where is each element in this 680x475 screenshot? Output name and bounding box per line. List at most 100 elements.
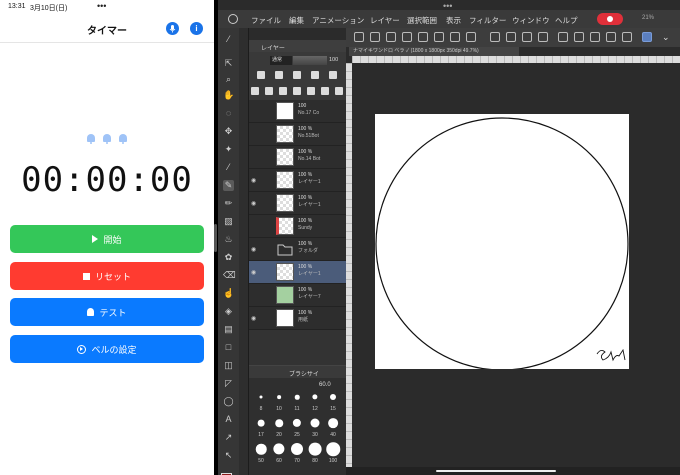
brush-size-tab[interactable]: ブラシサイ (249, 366, 346, 378)
redo-icon[interactable] (466, 32, 476, 42)
brush-size-option[interactable]: 30 (307, 416, 323, 438)
frame-icon[interactable]: ◫ (223, 360, 234, 371)
menu-help[interactable]: ヘルプ (555, 15, 578, 26)
open-icon[interactable] (386, 32, 396, 42)
new-icon[interactable] (370, 32, 380, 42)
new-folder-icon[interactable] (279, 87, 287, 95)
canvas-paper[interactable] (375, 114, 629, 371)
brush-size-option[interactable]: 80 (307, 442, 323, 464)
menu-view[interactable]: 表示 (446, 15, 461, 26)
reset-button[interactable]: リセット (10, 262, 204, 290)
settings-icon[interactable] (335, 87, 343, 95)
operation-icon[interactable]: ↖ (223, 450, 234, 461)
color-icon[interactable] (329, 71, 337, 79)
crop-icon[interactable] (606, 32, 616, 42)
blend-mode-select[interactable]: 通常 (270, 56, 292, 65)
multitask-dots-icon[interactable]: ••• (97, 2, 106, 11)
reference-icon[interactable] (293, 71, 301, 79)
layer-row[interactable]: ◉ 100 % フォルダ (249, 238, 346, 261)
layer-row[interactable]: 100 % No.51Bot (249, 123, 346, 146)
airbrush-icon[interactable]: ♨ (223, 234, 234, 245)
multitask-dots-icon[interactable]: ••• (443, 2, 452, 11)
magic-wand-icon[interactable]: ✦ (223, 144, 234, 155)
invert-icon[interactable] (590, 32, 600, 42)
microphone-icon[interactable] (166, 22, 179, 35)
move-layer-icon[interactable]: ✥ (223, 126, 234, 137)
test-button[interactable]: テスト (10, 298, 204, 326)
eye-icon[interactable]: ◉ (251, 315, 256, 322)
trash-icon[interactable] (321, 87, 329, 95)
transform-icon[interactable] (522, 32, 532, 42)
brush-size-option[interactable]: 50 (253, 442, 269, 464)
move-icon[interactable]: ⇱ (223, 58, 234, 69)
fill-bucket-icon[interactable]: ◈ (223, 306, 234, 317)
brush-size-option[interactable]: 20 (271, 416, 287, 438)
export-icon[interactable] (434, 32, 444, 42)
brush-size-option[interactable]: 12 (307, 390, 323, 412)
eye-icon[interactable]: ◉ (251, 269, 256, 276)
brush-size-option[interactable]: 25 (289, 416, 305, 438)
pencil-icon[interactable]: ✏ (223, 198, 234, 209)
correct-line-icon[interactable]: ↗ (223, 432, 234, 443)
clear-icon[interactable] (506, 32, 516, 42)
menu-edit[interactable]: 編集 (289, 15, 304, 26)
text-icon[interactable]: A (223, 414, 234, 425)
lock-icon[interactable] (257, 71, 265, 79)
split-view-divider-handle[interactable] (214, 224, 217, 252)
menu-icon[interactable] (354, 32, 364, 42)
fill-icon[interactable] (538, 32, 548, 42)
zoom-icon[interactable]: ⌕ (223, 74, 234, 85)
layer-row[interactable]: 100 % No.14 Bot (249, 146, 346, 169)
brush-quick-icon[interactable]: ⁄ (223, 34, 234, 45)
layer-row[interactable]: ◉ 100 % レイヤー1 (249, 192, 346, 215)
check-icon[interactable] (642, 32, 652, 42)
clip-studio-icon[interactable] (228, 14, 238, 24)
balloon-icon[interactable]: ◯ (223, 396, 234, 407)
eye-icon[interactable]: ◉ (251, 177, 256, 184)
new-raster-icon[interactable] (251, 87, 259, 95)
menu-animation[interactable]: アニメーション (312, 15, 364, 26)
brush-size-option[interactable]: 8 (253, 390, 269, 412)
info-icon[interactable]: i (190, 22, 203, 35)
decoration-icon[interactable]: ✿ (223, 252, 234, 263)
draft-icon[interactable] (311, 71, 319, 79)
merge-icon[interactable] (293, 87, 301, 95)
lasso-icon[interactable]: ◌ (223, 108, 234, 119)
layer-row-selected[interactable]: ◉ 100 % レイヤー1 (249, 261, 346, 284)
save-icon[interactable] (402, 32, 412, 42)
brush-size-option[interactable]: 10 (271, 390, 287, 412)
select-all-icon[interactable] (558, 32, 568, 42)
pen-icon[interactable]: ✎ (223, 180, 234, 191)
menu-layer[interactable]: レイヤー (370, 15, 400, 26)
undo-icon[interactable] (450, 32, 460, 42)
layer-panel-tab[interactable]: レイヤー (249, 40, 346, 52)
brush-size-option[interactable]: 60 (271, 442, 287, 464)
brush-size-option[interactable]: 40 (325, 416, 341, 438)
brush-size-option[interactable]: 17 (253, 416, 269, 438)
menu-window[interactable]: ウィンドウ (512, 15, 550, 26)
eye-icon[interactable]: ◉ (251, 246, 256, 253)
layer-row[interactable]: ◉ 100 % レイヤー1 (249, 169, 346, 192)
brush-size-option[interactable]: 100 (325, 442, 341, 464)
clip-icon[interactable] (275, 71, 283, 79)
eyedropper-icon[interactable]: ⁄ (223, 162, 234, 173)
home-indicator[interactable] (436, 470, 556, 472)
deselect-icon[interactable] (574, 32, 584, 42)
chevron-down-icon[interactable]: ⌄ (662, 32, 672, 42)
ruler-icon[interactable] (622, 32, 632, 42)
menu-selection[interactable]: 選択範囲 (407, 15, 437, 26)
layer-row[interactable]: 100 % Sundy (249, 215, 346, 238)
start-button[interactable]: 開始 (10, 225, 204, 253)
menu-file[interactable]: ファイル (251, 15, 281, 26)
new-vector-icon[interactable] (265, 87, 273, 95)
hand-icon[interactable]: ✋ (223, 90, 234, 101)
eraser-icon[interactable]: ⌫ (223, 270, 236, 281)
layer-row[interactable]: ◉ 100 % 用紙 (249, 307, 346, 330)
menu-filter[interactable]: フィルター (469, 15, 506, 26)
eye-icon[interactable]: ◉ (251, 200, 256, 207)
layer-row[interactable]: 100 No.17 Co (249, 100, 346, 123)
bell-settings-button[interactable]: ベルの設定 (10, 335, 204, 363)
gradient-icon[interactable]: ▤ (223, 324, 234, 335)
mask-icon[interactable] (307, 87, 315, 95)
opacity-slider[interactable] (293, 56, 327, 65)
